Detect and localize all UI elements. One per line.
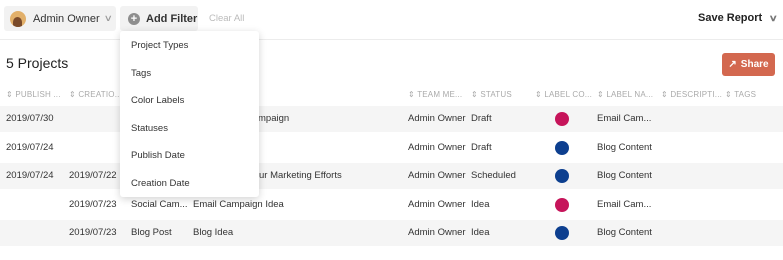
project-type-cell: Social Cam...: [131, 199, 188, 210]
avatar: [10, 10, 26, 27]
filter-option-project-types[interactable]: Project Types: [131, 40, 188, 51]
owner-label: Admin Owner: [33, 12, 100, 25]
column-header-description[interactable]: ⇕ DESCRIPTI...: [661, 90, 722, 99]
clear-all-link[interactable]: Clear All: [209, 13, 244, 24]
filter-option-creation-date[interactable]: Creation Date: [131, 178, 190, 189]
chevron-down-icon: ∨: [768, 12, 779, 23]
table-row[interactable]: 2019/07/24 2019/07/22 ur Marketing Effor…: [0, 163, 783, 189]
save-report-label: Save Report: [698, 12, 763, 24]
share-icon: ↗: [728, 59, 737, 70]
column-header-publish[interactable]: ⇕ PUBLISH ...: [6, 90, 61, 99]
status-cell: Idea: [471, 227, 490, 238]
status-cell: Draft: [471, 142, 492, 153]
label-name-cell: Blog Content: [597, 227, 652, 238]
label-color-dot: [555, 112, 569, 126]
table-header: ⇕ PUBLISH ... ⇕ CREATIO... ⇕ TEAM ME... …: [0, 87, 783, 103]
column-header-label-color[interactable]: ⇕ LABEL CO...: [535, 90, 592, 99]
column-header-status[interactable]: ⇕ STATUS: [471, 90, 512, 99]
toolbar: Admin Owner ∨ + Add Filter Clear All Sav…: [0, 0, 783, 38]
filter-option-color-labels[interactable]: Color Labels: [131, 95, 184, 106]
status-cell: Idea: [471, 199, 490, 210]
filter-dropdown-menu: Project Types Tags Color Labels Statuses…: [120, 31, 259, 197]
filter-option-statuses[interactable]: Statuses: [131, 123, 168, 134]
owner-filter-button[interactable]: Admin Owner ∨: [4, 6, 116, 31]
project-title-cell: Email Campaign Idea: [193, 199, 284, 210]
column-header-label-name[interactable]: ⇕ LABEL NA...: [597, 90, 653, 99]
publish-date-cell: 2019/07/30: [6, 113, 54, 124]
team-member-cell: Admin Owner: [408, 227, 466, 238]
table-row[interactable]: 2019/07/23 Social Cam... Email Campaign …: [0, 192, 783, 218]
filter-option-tags[interactable]: Tags: [131, 68, 151, 79]
creation-date-cell: 2019/07/23: [69, 199, 117, 210]
status-cell: Draft: [471, 113, 492, 124]
add-filter-label: Add Filter: [146, 12, 198, 25]
label-color-dot: [555, 226, 569, 240]
label-color-dot: [555, 169, 569, 183]
creation-date-cell: 2019/07/23: [69, 227, 117, 238]
creation-date-cell: 2019/07/22: [69, 170, 117, 181]
team-member-cell: Admin Owner: [408, 113, 466, 124]
label-name-cell: Blog Content: [597, 170, 652, 181]
share-button[interactable]: ↗ Share: [722, 53, 775, 76]
column-header-tags[interactable]: ⇕ TAGS: [725, 90, 756, 99]
label-color-dot: [555, 198, 569, 212]
filter-option-publish-date[interactable]: Publish Date: [131, 150, 185, 161]
plus-circle-icon: +: [128, 12, 140, 25]
page-title: 5 Projects: [6, 55, 69, 71]
project-title-cell: mpaign: [258, 113, 290, 124]
add-filter-button[interactable]: + Add Filter: [120, 6, 198, 31]
project-title-cell: Blog Idea: [193, 227, 234, 238]
project-title-cell: ur Marketing Efforts: [259, 170, 342, 181]
publish-date-cell: 2019/07/24: [6, 142, 54, 153]
table-row[interactable]: 2019/07/23 Blog Post Blog Idea Admin Own…: [0, 220, 783, 246]
table-row[interactable]: 2019/07/30 mpaign Admin Owner Draft Emai…: [0, 106, 783, 132]
save-report-button[interactable]: Save Report ∨: [698, 12, 779, 24]
chevron-down-icon: ∨: [103, 13, 113, 23]
status-cell: Scheduled: [471, 170, 516, 181]
team-member-cell: Admin Owner: [408, 199, 466, 210]
label-name-cell: Email Cam...: [597, 199, 652, 210]
label-name-cell: Email Cam...: [597, 113, 652, 124]
label-name-cell: Blog Content: [597, 142, 652, 153]
publish-date-cell: 2019/07/24: [6, 170, 54, 181]
team-member-cell: Admin Owner: [408, 142, 466, 153]
column-header-creation[interactable]: ⇕ CREATIO...: [69, 90, 122, 99]
column-header-team[interactable]: ⇕ TEAM ME...: [408, 90, 462, 99]
label-color-dot: [555, 141, 569, 155]
project-type-cell: Blog Post: [131, 227, 172, 238]
toolbar-divider: [0, 39, 783, 40]
share-label: Share: [740, 59, 769, 70]
team-member-cell: Admin Owner: [408, 170, 466, 181]
table-row[interactable]: 2019/07/24 Admin Owner Draft Blog Conten…: [0, 135, 783, 161]
